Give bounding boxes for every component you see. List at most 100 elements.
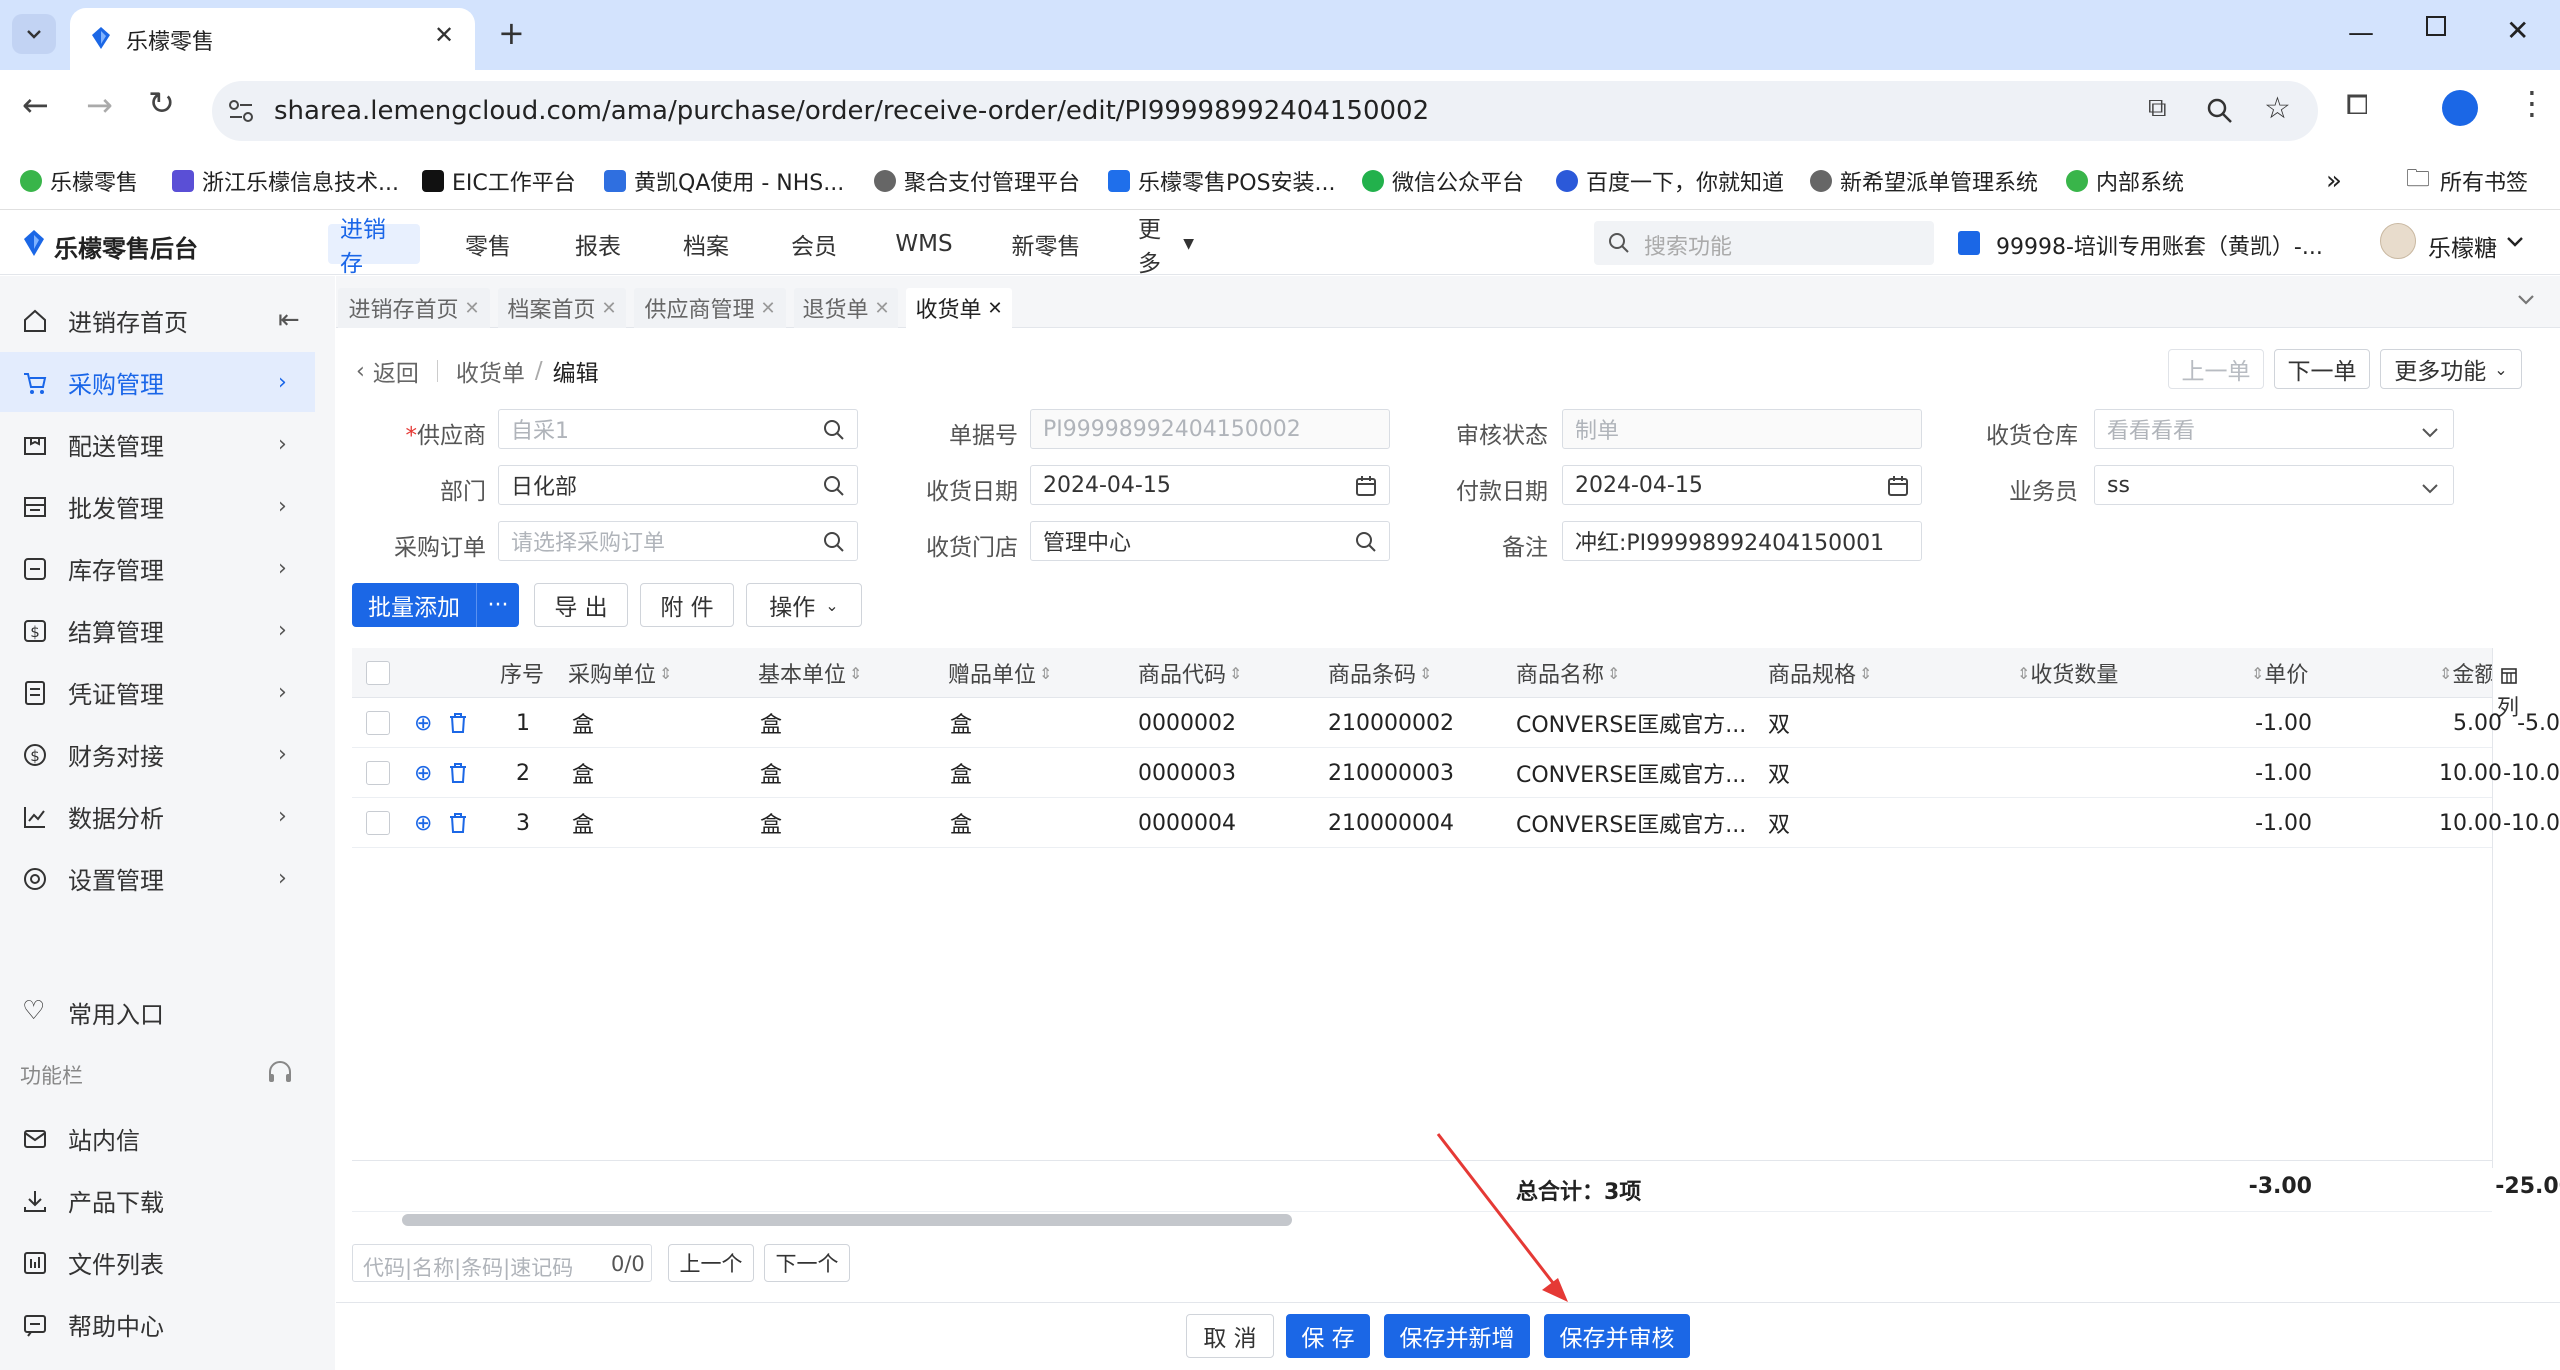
nav-more[interactable]: 更多 ▼: [1126, 217, 1206, 277]
headset-icon[interactable]: [266, 1060, 294, 1086]
bookmark-item[interactable]: 乐檬零售: [20, 152, 138, 210]
bookmark-item[interactable]: 微信公众平台: [1362, 152, 1524, 210]
tab-supplier[interactable]: 供应商管理 ✕: [634, 288, 786, 328]
search-icon[interactable]: [823, 531, 845, 553]
sort-icon[interactable]: ⇕: [1607, 664, 1620, 683]
sort-icon[interactable]: ⇕: [849, 664, 862, 683]
sidebar-item-home[interactable]: 进销存首页 ⇤: [0, 290, 315, 350]
batch-add-button[interactable]: 批量添加: [352, 583, 476, 627]
export-button[interactable]: 导 出: [534, 583, 628, 627]
more-functions-button[interactable]: 更多功能 ⌄: [2380, 349, 2522, 389]
col-amount[interactable]: ⇕ 金额: [2436, 648, 2492, 698]
bookmark-item[interactable]: 浙江乐檬信息技术...: [172, 152, 399, 210]
cell-gift-unit[interactable]: 盒: [950, 698, 972, 748]
browser-tab-active[interactable]: 乐檬零售 ✕: [70, 8, 475, 70]
sidebar-item-settings[interactable]: 设置管理 ›: [0, 848, 315, 908]
recv-date-field[interactable]: 2024-04-15: [1030, 465, 1390, 505]
close-icon[interactable]: ✕: [601, 298, 616, 319]
row-checkbox[interactable]: [366, 798, 390, 848]
add-row-icon[interactable]: ⊕: [414, 798, 432, 848]
bookmark-item[interactable]: 聚合支付管理平台: [874, 152, 1080, 210]
sort-icon[interactable]: ⇕: [1859, 664, 1872, 683]
cell-recv-qty[interactable]: -1.00: [2192, 798, 2312, 848]
dept-field[interactable]: 日化部: [498, 465, 858, 505]
close-icon[interactable]: ✕: [760, 298, 775, 319]
tab-archive-home[interactable]: 档案首页 ✕: [498, 288, 626, 328]
delete-row-icon[interactable]: [448, 748, 468, 798]
cell-purchase-unit[interactable]: 盒: [572, 798, 594, 848]
col-item-code[interactable]: 商品代码 ⇕: [1138, 648, 1242, 698]
nav-new-retail[interactable]: 新零售: [998, 224, 1094, 264]
tool-help[interactable]: 帮助中心: [0, 1294, 315, 1354]
delete-row-icon[interactable]: [448, 698, 468, 748]
collapse-sidebar-icon[interactable]: ⇤: [278, 305, 300, 335]
sidebar-item-analytics[interactable]: 数据分析 ›: [0, 786, 315, 846]
url-text[interactable]: sharea.lemengcloud.com/ama/purchase/orde…: [274, 96, 1429, 126]
chevron-left-icon[interactable]: ‹: [356, 359, 365, 384]
delete-row-icon[interactable]: [448, 798, 468, 848]
breadcrumb-parent[interactable]: 收货单: [456, 354, 525, 388]
nav-reports[interactable]: 报表: [558, 224, 638, 264]
row-checkbox[interactable]: [366, 748, 390, 798]
prev-doc-button[interactable]: 上一单: [2168, 349, 2264, 389]
calendar-icon[interactable]: [1887, 475, 1909, 497]
close-window-icon[interactable]: ✕: [2506, 14, 2529, 47]
user-name[interactable]: 乐檬糖: [2428, 229, 2497, 263]
close-tab-icon[interactable]: ✕: [434, 21, 454, 49]
sidebar-item-settlement[interactable]: $ 结算管理 ›: [0, 600, 315, 660]
sidebar-item-delivery[interactable]: 配送管理 ›: [0, 414, 315, 474]
close-icon[interactable]: ✕: [987, 298, 1002, 319]
batch-add-more-button[interactable]: ···: [477, 583, 519, 627]
sort-icon[interactable]: ⇕: [659, 664, 672, 683]
horizontal-scrollbar[interactable]: [402, 1214, 1292, 1226]
search-icon[interactable]: [1355, 531, 1377, 553]
col-barcode[interactable]: 商品条码 ⇕: [1328, 648, 1432, 698]
col-base-unit[interactable]: 基本单位 ⇕: [758, 648, 862, 698]
col-purchase-unit[interactable]: 采购单位 ⇕: [568, 648, 672, 698]
cell-purchase-unit[interactable]: 盒: [572, 698, 594, 748]
cell-gift-unit[interactable]: 盒: [950, 748, 972, 798]
chevron-down-icon[interactable]: [2506, 235, 2524, 249]
zoom-icon[interactable]: [2206, 97, 2234, 125]
remark-field[interactable]: 冲红:PI99998992404150001: [1562, 521, 1922, 561]
bookmarks-overflow[interactable]: »: [2326, 152, 2342, 210]
all-bookmarks[interactable]: 🗀 所有书签: [2406, 152, 2528, 210]
bookmark-item[interactable]: EIC工作平台: [422, 152, 576, 210]
add-row-icon[interactable]: ⊕: [414, 698, 432, 748]
new-tab-icon[interactable]: +: [498, 14, 525, 52]
recv-store-field[interactable]: 管理中心: [1030, 521, 1390, 561]
calendar-icon[interactable]: [1355, 475, 1377, 497]
tab-receive-order[interactable]: 收货单 ✕: [906, 288, 1012, 328]
save-and-audit-button[interactable]: 保存并审核: [1544, 1314, 1690, 1358]
back-link[interactable]: 返回: [373, 354, 419, 388]
save-and-new-button[interactable]: 保存并新增: [1384, 1314, 1530, 1358]
tool-messages[interactable]: 站内信: [0, 1108, 315, 1168]
forward-icon[interactable]: →: [86, 86, 113, 124]
extensions-icon[interactable]: ⧠: [2346, 88, 2368, 122]
po-field[interactable]: 请选择采购订单: [498, 521, 858, 561]
salesperson-select[interactable]: ss: [2094, 465, 2454, 505]
browser-menu-icon[interactable]: ⋮: [2516, 84, 2548, 122]
sidebar-item-wholesale[interactable]: 批发管理 ›: [0, 476, 315, 536]
sidebar-item-voucher[interactable]: 凭证管理 ›: [0, 662, 315, 722]
nav-jinxiaocun[interactable]: 进销存: [328, 217, 420, 277]
common-entry[interactable]: ♡ 常用入口: [0, 982, 315, 1042]
col-gift-unit[interactable]: 赠品单位 ⇕: [948, 648, 1052, 698]
bookmark-item[interactable]: 黄凯QA使用 - NHS...: [604, 152, 844, 210]
tab-return[interactable]: 退货单 ✕: [794, 288, 898, 328]
nav-retail[interactable]: 零售: [448, 224, 528, 264]
cancel-button[interactable]: 取 消: [1186, 1314, 1274, 1358]
sort-icon[interactable]: ⇕: [2439, 664, 2452, 683]
sidebar-item-inventory[interactable]: 库存管理 ›: [0, 538, 315, 598]
save-button[interactable]: 保 存: [1286, 1314, 1370, 1358]
chevron-down-icon[interactable]: [2516, 292, 2536, 308]
site-info-icon[interactable]: [228, 99, 254, 123]
find-prev-button[interactable]: 上一个: [668, 1244, 754, 1282]
find-next-button[interactable]: 下一个: [764, 1244, 850, 1282]
search-icon[interactable]: [823, 419, 845, 441]
row-finder[interactable]: 代码|名称|条码|速记码 0/0: [352, 1244, 652, 1282]
operation-dropdown[interactable]: 操作 ⌄: [746, 583, 862, 627]
tab-list-button[interactable]: [12, 14, 56, 54]
function-search[interactable]: 搜索功能: [1594, 221, 1934, 265]
profile-avatar[interactable]: [2442, 90, 2478, 126]
